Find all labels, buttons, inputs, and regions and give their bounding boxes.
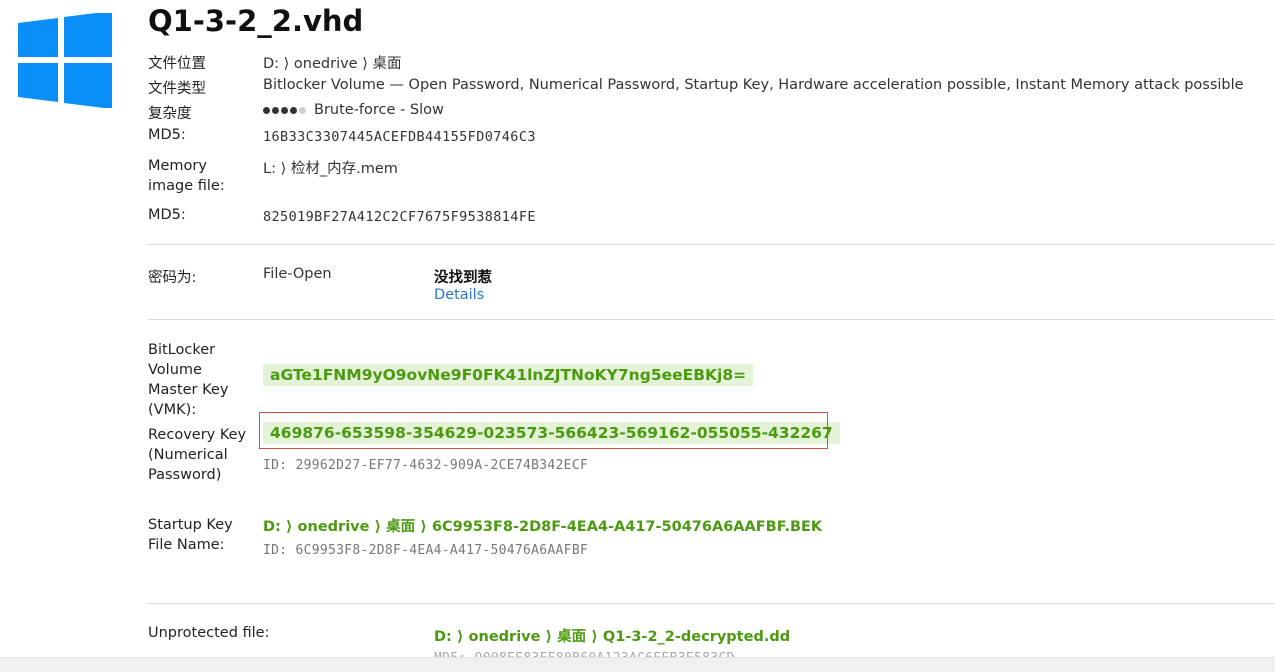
memory-image-label: Memory image file: [148, 158, 225, 194]
windows-logo-icon [18, 13, 112, 108]
unprotected-label: Unprotected file: [148, 625, 270, 641]
md5-label: MD5: [148, 127, 186, 143]
file-title: Q1-3-2_2.vhd [148, 4, 364, 38]
location-label: 文件位置 [148, 56, 206, 72]
password-result: 没找到惹 [434, 270, 492, 286]
complexity-rating [263, 102, 308, 118]
md5-value: 16B33C3307445ACEFDB44155FD0746C3 [263, 129, 536, 145]
complexity-value: Brute-force - Slow [263, 102, 444, 118]
divider [148, 319, 1275, 320]
type-label: 文件类型 [148, 81, 206, 97]
md5-2-value: 825019BF27A412C2CF7675F9538814FE [263, 209, 536, 225]
details-link[interactable]: Details [434, 287, 484, 303]
complexity-label: 复杂度 [148, 106, 192, 122]
divider [148, 244, 1275, 245]
startup-key-id: ID: 6C9953F8-2D8F-4EA4-A417-50476A6AAFBF [263, 543, 589, 558]
status-bar [0, 657, 1275, 672]
divider [148, 603, 1275, 604]
password-type: File-Open [263, 266, 332, 282]
location-value[interactable]: D: ⟩ onedrive ⟩ 桌面 [263, 52, 401, 73]
recovery-key-label: Recovery Key (Numerical Password) [148, 427, 247, 483]
startup-key-value[interactable]: D: ⟩ onedrive ⟩ 桌面 ⟩ 6C9953F8-2D8F-4EA4-… [263, 515, 822, 536]
recovery-key-highlight [259, 412, 828, 449]
recovery-key-id: ID: 29962D27-EF77-4632-909A-2CE74B342ECF [263, 458, 589, 473]
unprotected-value[interactable]: D: ⟩ onedrive ⟩ 桌面 ⟩ Q1-3-2_2-decrypted.… [434, 625, 790, 646]
complexity-text: Brute-force - Slow [314, 102, 444, 118]
password-label: 密码为: [148, 270, 197, 286]
type-value: Bitlocker Volume — Open Password, Numeri… [263, 77, 1244, 93]
md5-2-label: MD5: [148, 207, 186, 223]
memory-image-value[interactable]: L: ⟩ 检材_内存.mem [263, 157, 398, 178]
vmk-value[interactable]: aGTe1FNM9yO9ovNe9F0FK41lnZJTNoKY7ng5eeEB… [263, 364, 754, 386]
vmk-label: BitLocker Volume Master Key (VMK): [148, 342, 229, 418]
startup-key-label: Startup Key File Name: [148, 517, 233, 553]
